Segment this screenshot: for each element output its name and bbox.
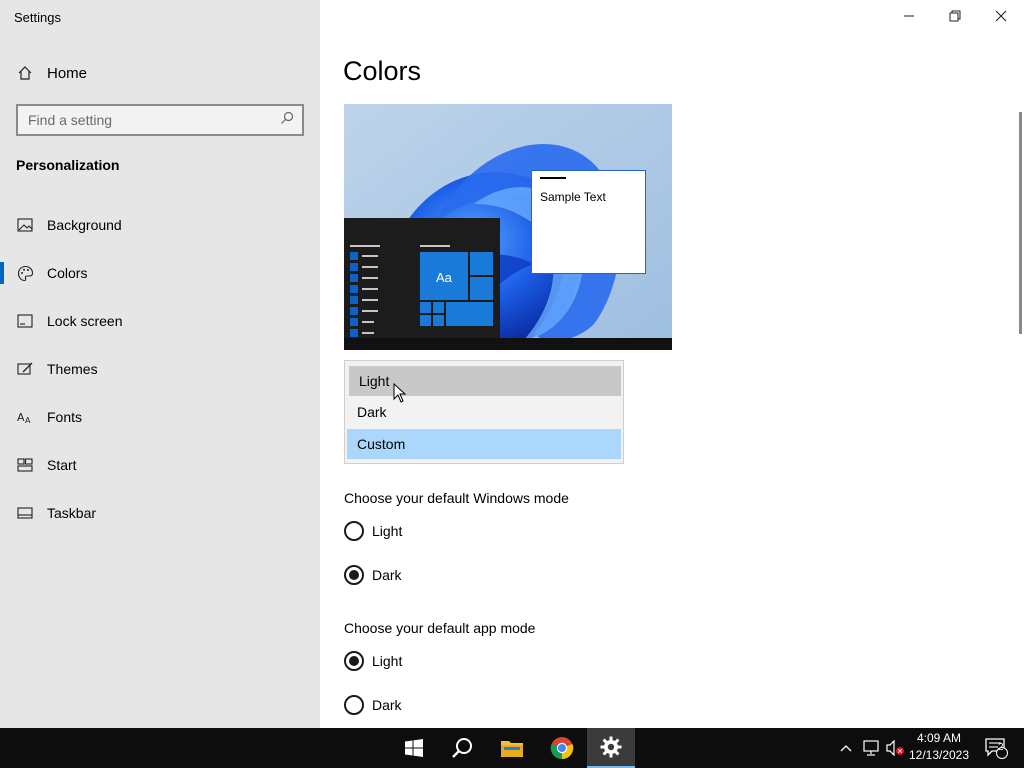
- file-explorer-button[interactable]: [488, 728, 536, 768]
- page-title: Colors: [343, 56, 422, 86]
- taskbar-icon: [16, 504, 34, 522]
- app-mode-light-radio[interactable]: Light: [344, 650, 402, 672]
- lock-screen-icon: [16, 312, 34, 330]
- windows-mode-dark-radio[interactable]: Dark: [344, 564, 402, 586]
- radio-circle: [344, 695, 364, 715]
- sample-window-preview: Sample Text: [531, 170, 646, 274]
- font-icon: AA: [16, 408, 34, 426]
- radio-label: Light: [372, 653, 403, 669]
- windows-logo-icon: [405, 739, 423, 757]
- image-icon: [16, 216, 34, 234]
- radio-circle: [344, 565, 364, 585]
- start-button[interactable]: [390, 728, 438, 768]
- sidebar: Settings Home Personalization Background…: [0, 0, 320, 728]
- taskbar: 4:09 AM 12/13/2023 2: [0, 728, 1024, 768]
- sidebar-item-label: Background: [47, 217, 122, 233]
- sidebar-item-label: Themes: [47, 361, 98, 377]
- dropdown-option-dark[interactable]: Dark: [347, 397, 621, 427]
- windows-mode-light-radio[interactable]: Light: [344, 520, 402, 542]
- search-icon: [452, 738, 472, 758]
- settings-taskbar-button[interactable]: [587, 728, 635, 768]
- sidebar-item-lock-screen[interactable]: Lock screen: [16, 309, 122, 333]
- svg-text:A: A: [17, 411, 25, 424]
- sidebar-item-start[interactable]: Start: [16, 453, 77, 477]
- sidebar-item-colors[interactable]: Colors: [16, 261, 87, 285]
- close-button[interactable]: [978, 0, 1024, 32]
- sidebar-item-fonts[interactable]: AA Fonts: [16, 405, 82, 429]
- color-mode-dropdown[interactable]: Light Dark Custom: [344, 360, 624, 464]
- chrome-icon: [550, 737, 574, 760]
- search-icon[interactable]: [280, 111, 294, 130]
- restore-button[interactable]: [932, 0, 978, 32]
- search-input[interactable]: [28, 112, 280, 128]
- sidebar-item-themes[interactable]: Themes: [16, 357, 98, 381]
- gear-icon: [600, 736, 622, 758]
- show-hidden-icons-button[interactable]: [836, 728, 856, 768]
- sidebar-item-taskbar[interactable]: Taskbar: [16, 501, 96, 525]
- sidebar-item-label: Fonts: [47, 409, 83, 425]
- sidebar-item-label: Start: [47, 457, 77, 473]
- clock-time: 4:09 AM: [916, 731, 962, 745]
- clock[interactable]: 4:09 AM 12/13/2023: [908, 730, 970, 764]
- app-title: Settings: [14, 10, 61, 25]
- svg-text:A: A: [25, 416, 31, 424]
- restore-icon: [949, 10, 961, 22]
- app-mode-label: Choose your default app mode: [344, 620, 536, 636]
- brush-icon: [16, 360, 34, 378]
- volume-muted-icon: [886, 740, 904, 756]
- network-icon: [863, 740, 879, 756]
- action-center-button[interactable]: 2: [976, 728, 1016, 768]
- section-heading: Personalization: [16, 157, 120, 173]
- windows-mode-label: Choose your default Windows mode: [344, 490, 569, 506]
- folder-icon: [501, 741, 523, 757]
- sample-text: Sample Text: [540, 190, 606, 204]
- notification-count: 2: [998, 742, 1004, 753]
- chevron-up-icon: [840, 745, 852, 752]
- palette-icon: [16, 264, 34, 282]
- radio-label: Dark: [372, 567, 402, 583]
- radio-circle: [344, 521, 364, 541]
- scrollbar-thumb[interactable]: [1019, 112, 1022, 334]
- app-mode-dark-radio[interactable]: Dark: [344, 694, 402, 716]
- chrome-button[interactable]: [538, 728, 586, 768]
- notification-icon: [985, 738, 1008, 759]
- close-icon: [995, 10, 1007, 22]
- home-label: Home: [47, 64, 88, 82]
- radio-circle: [344, 651, 364, 671]
- search-box[interactable]: [16, 104, 304, 136]
- tile-text: Aa: [436, 270, 452, 285]
- search-button[interactable]: [438, 728, 486, 768]
- home-nav-item[interactable]: Home: [16, 62, 87, 84]
- start-icon: [16, 456, 34, 474]
- home-icon: [16, 64, 34, 82]
- network-button[interactable]: [860, 728, 882, 768]
- minimize-icon: [904, 15, 914, 17]
- dropdown-option-custom[interactable]: Custom: [347, 429, 621, 459]
- dropdown-option-light[interactable]: Light: [349, 366, 621, 396]
- sidebar-item-background[interactable]: Background: [16, 213, 122, 237]
- sidebar-item-label: Taskbar: [47, 505, 97, 521]
- mouse-cursor-icon: [393, 383, 407, 403]
- radio-label: Light: [372, 523, 403, 539]
- volume-button[interactable]: [884, 728, 906, 768]
- minimize-button[interactable]: [886, 0, 932, 32]
- start-menu-preview: Aa: [344, 218, 500, 350]
- theme-preview: Aa Sample Text: [344, 104, 672, 350]
- clock-date: 12/13/2023: [908, 748, 970, 762]
- radio-label: Dark: [372, 697, 402, 713]
- sidebar-item-label: Colors: [47, 265, 88, 281]
- sidebar-item-label: Lock screen: [47, 313, 123, 329]
- preview-taskbar: [344, 338, 672, 350]
- active-nav-indicator: [0, 262, 4, 284]
